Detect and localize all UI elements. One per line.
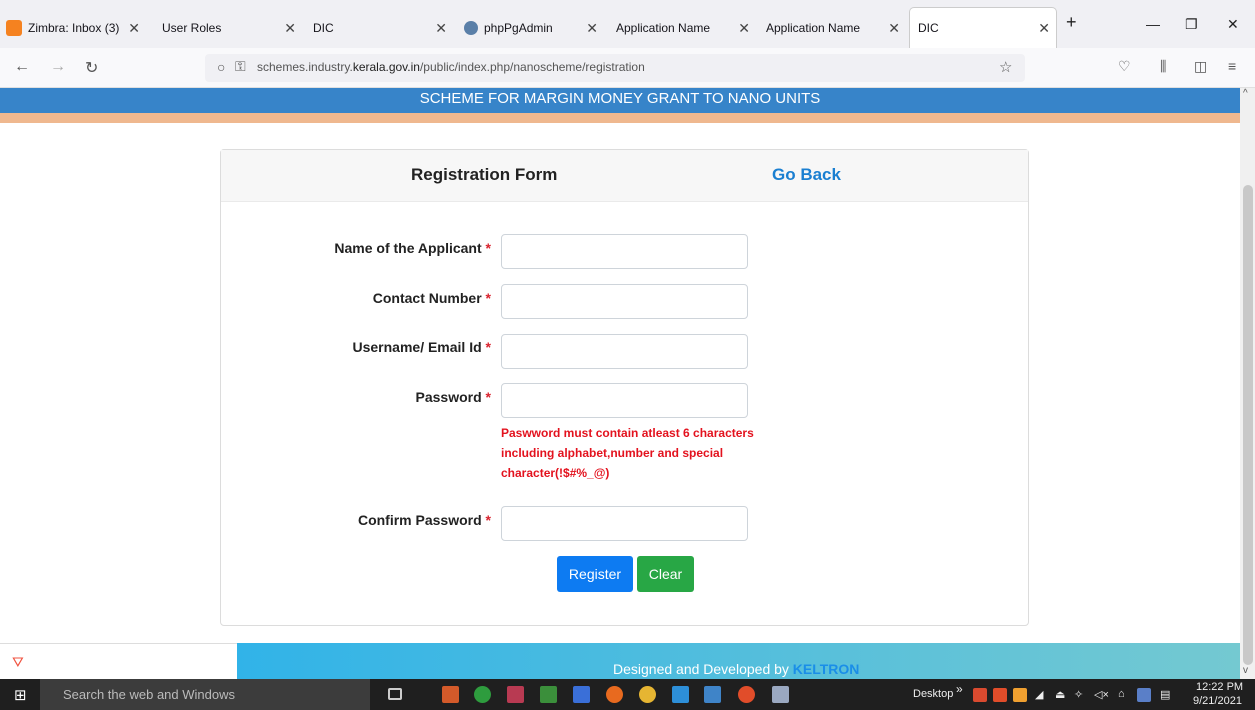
tab-phppgadmin[interactable]: phpPgAdmin ✕ xyxy=(464,8,604,48)
restore-icon[interactable]: ❐ xyxy=(1185,16,1198,33)
volume-muted-icon[interactable]: ◁× xyxy=(1094,688,1109,701)
toolbar-expand-icon[interactable]: » xyxy=(956,682,963,696)
bookmark-star-icon[interactable]: ☆ xyxy=(999,58,1012,76)
close-icon[interactable]: ✕ xyxy=(1038,21,1050,35)
browser-nav-bar: ← → ↻ ○ ⚿ schemes.industry.kerala.gov.in… xyxy=(0,48,1255,88)
outlook-icon[interactable] xyxy=(573,686,590,703)
tray-app-icon[interactable] xyxy=(973,688,987,702)
lock-icon: ⚿ xyxy=(235,58,246,74)
screenshot-tool-icon[interactable] xyxy=(772,686,789,703)
dreamweaver-icon[interactable] xyxy=(540,686,557,703)
shield-icon: ○ xyxy=(217,59,226,75)
tab-label: phpPgAdmin xyxy=(484,21,553,35)
new-tab-icon[interactable]: + xyxy=(1066,12,1077,33)
wifi-icon[interactable]: ⌂ xyxy=(1118,688,1125,700)
app-icon[interactable] xyxy=(738,686,755,703)
usb-icon[interactable]: ⏏ xyxy=(1055,688,1065,701)
card-header: Registration Form Go Back xyxy=(221,150,1028,202)
scrollbar-thumb[interactable] xyxy=(1243,185,1253,665)
sidebar-icon[interactable]: ◫ xyxy=(1194,58,1207,75)
url-text: schemes.industry.kerala.gov.in/public/in… xyxy=(257,60,645,74)
form-title: Registration Form xyxy=(411,165,558,184)
media-player-icon[interactable] xyxy=(442,686,459,703)
menu-icon[interactable]: ≡ xyxy=(1228,58,1236,74)
tray-app-icon[interactable] xyxy=(993,688,1007,702)
network-tool-icon[interactable] xyxy=(704,686,721,703)
edge-browser-icon[interactable] xyxy=(474,686,491,703)
applicant-name-input[interactable] xyxy=(501,234,748,269)
task-view-icon[interactable] xyxy=(388,688,402,700)
tab-application-name-2[interactable]: Application Name ✕ xyxy=(766,8,906,48)
applicant-name-label: Name of the Applicant * xyxy=(334,240,491,256)
scroll-down-icon[interactable]: v xyxy=(1243,665,1248,676)
back-arrow-icon[interactable]: ← xyxy=(14,58,30,76)
tab-application-name[interactable]: Application Name ✕ xyxy=(616,8,756,48)
library-icon[interactable]: ⫼ xyxy=(1160,58,1166,75)
filezilla-icon[interactable] xyxy=(507,686,524,703)
tray-tool-icon[interactable]: ✧ xyxy=(1074,688,1083,701)
url-bar[interactable]: ○ ⚿ schemes.industry.kerala.gov.in/publi… xyxy=(205,54,1025,82)
contact-number-input[interactable] xyxy=(501,284,748,319)
window-close-icon[interactable]: ✕ xyxy=(1227,16,1239,33)
zimbra-icon xyxy=(6,20,22,36)
tab-zimbra[interactable]: Zimbra: Inbox (3) ✕ xyxy=(6,8,146,48)
tray-app-icon[interactable] xyxy=(1137,688,1151,702)
tab-label: Application Name xyxy=(766,21,861,35)
confirm-password-input[interactable] xyxy=(501,506,748,541)
windows-start-icon[interactable]: ⊞ xyxy=(14,686,27,704)
browser-tab-bar: Zimbra: Inbox (3) ✕ User Roles ✕ DIC ✕ p… xyxy=(0,0,1255,48)
minimize-icon[interactable]: — xyxy=(1146,16,1160,32)
tab-label: DIC xyxy=(313,21,334,35)
password-label: Password * xyxy=(415,389,491,405)
username-email-input[interactable] xyxy=(501,334,748,369)
clear-button[interactable]: Clear xyxy=(637,556,694,592)
clock-time[interactable]: 12:22 PM xyxy=(1196,681,1243,693)
reload-icon[interactable]: ↻ xyxy=(85,58,98,78)
firefox-icon[interactable] xyxy=(606,686,623,703)
tab-label: DIC xyxy=(918,21,939,35)
contact-number-label: Contact Number * xyxy=(372,290,491,306)
go-back-link[interactable]: Go Back xyxy=(772,165,841,185)
tab-dic-active[interactable]: DIC ✕ xyxy=(910,8,1056,48)
footer-credit: Designed and Developed by KELTRON xyxy=(613,661,860,677)
pocket-icon[interactable]: ♡ xyxy=(1118,58,1131,75)
desktop-toolbar-label[interactable]: Desktop xyxy=(913,688,953,700)
elephant-icon xyxy=(464,21,478,35)
password-input[interactable] xyxy=(501,383,748,418)
footer-left-area: ⛛ xyxy=(0,643,237,679)
tray-app-icon[interactable] xyxy=(1013,688,1027,702)
tab-label: Application Name xyxy=(616,21,711,35)
password-hint: Paswword must contain atleast 6 characte… xyxy=(501,426,754,480)
tab-label: User Roles xyxy=(162,21,222,35)
tab-dic[interactable]: DIC ✕ xyxy=(313,8,453,48)
forward-arrow-icon[interactable]: → xyxy=(50,58,66,76)
banner-stripe xyxy=(0,113,1240,123)
username-email-label: Username/ Email Id * xyxy=(352,339,491,355)
taskbar-search-placeholder: Search the web and Windows xyxy=(63,687,235,702)
register-button[interactable]: Register xyxy=(557,556,633,592)
notification-icon[interactable]: ▤ xyxy=(1160,688,1170,701)
close-icon[interactable]: ✕ xyxy=(888,21,900,35)
close-icon[interactable]: ✕ xyxy=(738,21,750,35)
close-icon[interactable]: ✕ xyxy=(435,21,447,35)
taskbar-search[interactable]: Search the web and Windows xyxy=(40,679,370,710)
network-icon[interactable]: ◢ xyxy=(1035,688,1043,701)
confirm-password-label: Confirm Password * xyxy=(357,512,491,528)
file-explorer-icon[interactable] xyxy=(672,686,689,703)
laravel-icon[interactable]: ⛛ xyxy=(12,654,24,671)
windows-taskbar: ⊞ Search the web and Windows Desktop » ◢… xyxy=(0,679,1255,710)
close-icon[interactable]: ✕ xyxy=(128,21,140,35)
tab-user-roles[interactable]: User Roles ✕ xyxy=(162,8,302,48)
clock-date[interactable]: 9/21/2021 xyxy=(1193,695,1242,707)
close-icon[interactable]: ✕ xyxy=(284,21,296,35)
scroll-up-icon[interactable]: ^ xyxy=(1243,88,1248,99)
close-icon[interactable]: ✕ xyxy=(586,21,598,35)
page-banner: SCHEME FOR MARGIN MONEY GRANT TO NANO UN… xyxy=(0,88,1240,113)
registration-card: Registration Form Go Back Name of the Ap… xyxy=(220,149,1029,626)
page-footer: Designed and Developed by KELTRON xyxy=(237,643,1240,679)
tab-label: Zimbra: Inbox (3) xyxy=(28,21,120,35)
chrome-icon[interactable] xyxy=(639,686,656,703)
